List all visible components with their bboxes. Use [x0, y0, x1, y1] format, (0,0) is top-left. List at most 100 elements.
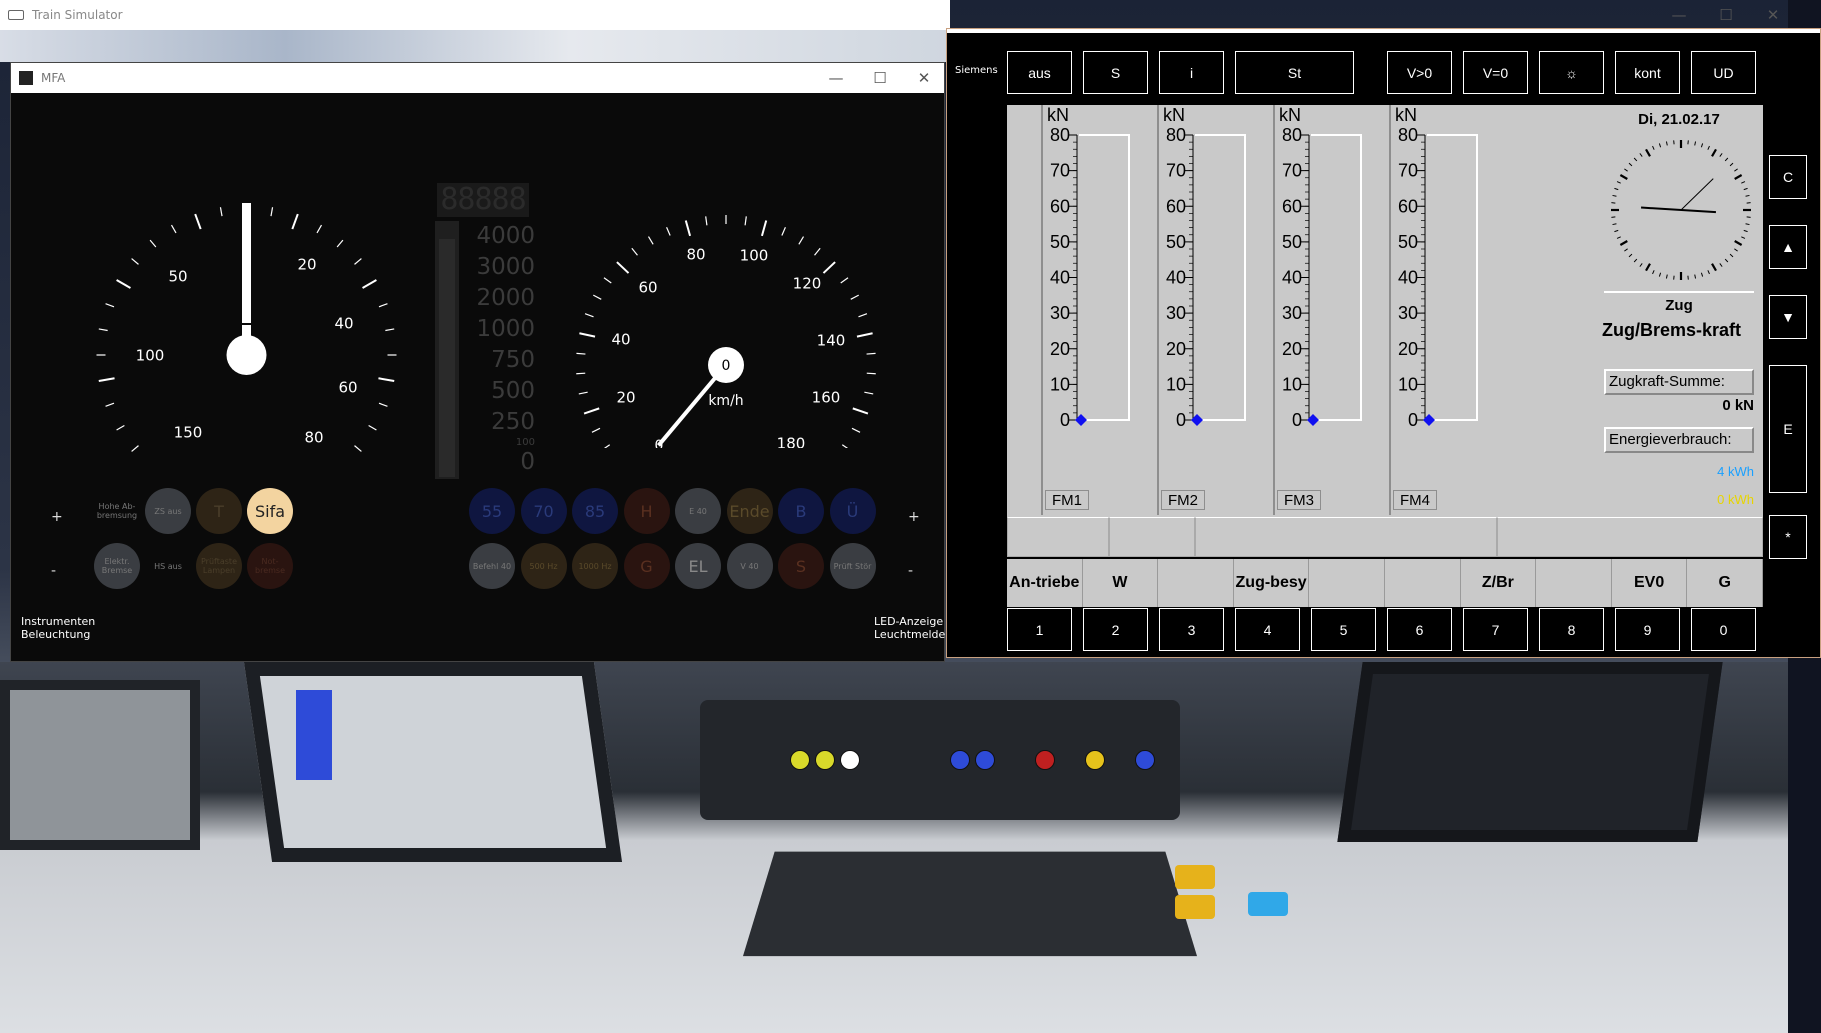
lamp-t[interactable]: T — [196, 488, 242, 534]
speed-gauge-label: 180 — [777, 435, 806, 449]
top-button[interactable]: kont — [1615, 51, 1680, 94]
top-button[interactable]: UD — [1691, 51, 1756, 94]
speed-gauge-label: 140 — [817, 332, 846, 350]
status-row — [1007, 517, 1763, 559]
lamp-prueftaste-lampen[interactable]: Prüftaste Lampen — [196, 543, 242, 589]
scale-label: 80 — [1050, 125, 1070, 145]
softkey[interactable]: EV0 — [1612, 559, 1688, 607]
lamp-indicator[interactable]: S — [778, 543, 824, 589]
energy-value-2: 0 kWh — [1717, 492, 1754, 507]
scale-label: 50 — [1166, 232, 1186, 252]
arrow-down-button[interactable]: ▼ — [1769, 295, 1807, 339]
siemens-minimize-button[interactable]: — — [1657, 1, 1701, 29]
number-button[interactable]: 3 — [1159, 608, 1224, 651]
lamp-notbremse[interactable]: Not-bremse — [247, 543, 293, 589]
lamp-elektr-bremse[interactable]: Elektr. Bremse — [94, 543, 140, 589]
top-button[interactable]: S — [1083, 51, 1148, 94]
plus-button-right[interactable]: + — [908, 509, 920, 525]
number-button[interactable]: 8 — [1539, 608, 1604, 651]
clear-button[interactable]: C — [1769, 155, 1807, 199]
softkey[interactable]: Zug-besy — [1234, 559, 1310, 607]
cab-side-display — [0, 680, 200, 850]
top-button[interactable]: i — [1159, 51, 1224, 94]
lamp-indicator[interactable]: V 40 — [726, 543, 773, 589]
mfa-titlebar[interactable]: MFA — ☐ ✕ — [11, 63, 944, 93]
lamp-indicator[interactable]: 85 — [572, 488, 618, 534]
siemens-close-button[interactable]: ✕ — [1751, 1, 1795, 29]
number-button[interactable]: 1 — [1007, 608, 1072, 651]
host-titlebar: Train Simulator — [0, 0, 950, 30]
scale-label: 40 — [1398, 268, 1418, 288]
softkey[interactable] — [1309, 559, 1385, 607]
lamp-hohe-abbremsung[interactable]: Hohe Ab-bremsung — [94, 488, 140, 534]
softkey[interactable] — [1385, 559, 1461, 607]
lamp-indicator[interactable]: 1000 Hz — [572, 543, 618, 589]
bar-label: 250 — [491, 409, 535, 435]
gauge-label: 80 — [304, 429, 323, 447]
plus-button[interactable]: + — [51, 509, 63, 525]
softkey[interactable] — [1158, 559, 1234, 607]
top-button[interactable]: ☼ — [1539, 51, 1604, 94]
cab-lamp — [815, 750, 835, 770]
mfa-window: MFA — ☐ ✕ 0 20 40 60 80 50 100 150 88888… — [10, 62, 950, 662]
number-button[interactable]: 7 — [1463, 608, 1528, 651]
scale-label: 40 — [1282, 268, 1302, 288]
lamp-indicator[interactable]: EL — [675, 543, 721, 589]
enter-button[interactable]: E — [1769, 365, 1807, 493]
softkey[interactable]: W — [1083, 559, 1159, 607]
softkey[interactable] — [1536, 559, 1612, 607]
siemens-window: — ☐ ✕ Siemens aus Si St V>0 V=0 ☼ kont UD kN 80 7… — [946, 6, 1821, 658]
scale-label: 0 — [1292, 410, 1302, 430]
lamp-sifa[interactable]: Sifa — [247, 488, 293, 534]
number-button[interactable]: 0 — [1691, 608, 1756, 651]
speed-gauge-label: 60 — [638, 279, 657, 297]
lamp-indicator[interactable]: Befehl 40 — [469, 543, 515, 589]
motor-panel: kN 80 70 60 50 40 30 20 10 0 FM2 — [1157, 105, 1269, 515]
scale-label: 10 — [1398, 374, 1418, 394]
lamp-indicator[interactable]: E 40 — [675, 488, 721, 534]
lamp-indicator[interactable]: 55 — [469, 488, 515, 534]
lamp-indicator[interactable]: Ende — [726, 488, 773, 534]
footer-right-line-1: LED-Anzeige — [874, 615, 944, 628]
bar-label: 3000 — [476, 254, 535, 280]
number-button[interactable]: 5 — [1311, 608, 1376, 651]
lamp-indicator[interactable]: B — [778, 488, 824, 534]
scale-label: 80 — [1282, 125, 1302, 145]
lamp-hs-aus[interactable]: HS aus — [145, 543, 191, 589]
top-button[interactable]: aus — [1007, 51, 1072, 94]
lamp-indicator[interactable]: Prüft Stör — [829, 543, 876, 589]
arrow-up-button[interactable]: ▲ — [1769, 225, 1807, 269]
top-button[interactable]: V>0 — [1387, 51, 1452, 94]
minimize-button[interactable]: — — [814, 63, 858, 93]
force-scale: 80 70 60 50 40 30 20 10 0 — [1282, 125, 1362, 430]
number-button[interactable]: 2 — [1083, 608, 1148, 651]
scale-label: 60 — [1166, 196, 1186, 216]
siemens-maximize-button[interactable]: ☐ — [1704, 1, 1748, 29]
lamp-indicator[interactable]: 500 Hz — [520, 543, 567, 589]
softkey[interactable]: G — [1687, 559, 1763, 607]
close-button[interactable]: ✕ — [902, 63, 946, 93]
softkey[interactable]: An-triebe — [1007, 559, 1083, 607]
number-button[interactable]: 6 — [1387, 608, 1452, 651]
star-button[interactable]: * — [1769, 515, 1807, 559]
minus-button[interactable]: - — [51, 563, 56, 579]
number-button[interactable]: 9 — [1615, 608, 1680, 651]
lamp-indicator[interactable]: 70 — [520, 488, 567, 534]
softkey[interactable]: Z/Br — [1461, 559, 1537, 607]
lamp-indicator[interactable]: H — [623, 488, 670, 534]
top-button[interactable]: St — [1235, 51, 1354, 94]
lamp-indicator[interactable]: G — [623, 543, 670, 589]
bar-label: 4000 — [476, 223, 535, 249]
host-window: Train Simulator — [0, 0, 1821, 62]
speed-gauge-label: 100 — [740, 247, 769, 265]
bar-label: 500 — [491, 378, 535, 404]
minus-button-right[interactable]: - — [908, 563, 913, 579]
scale-label: 40 — [1050, 268, 1070, 288]
top-button[interactable]: V=0 — [1463, 51, 1528, 94]
lamp-zs-aus[interactable]: ZS aus — [145, 488, 191, 534]
lamp-indicator[interactable]: Ü — [829, 488, 876, 534]
maximize-button[interactable]: ☐ — [858, 63, 902, 93]
cab-lamp — [975, 750, 995, 770]
number-button[interactable]: 4 — [1235, 608, 1300, 651]
cab-lamp — [790, 750, 810, 770]
